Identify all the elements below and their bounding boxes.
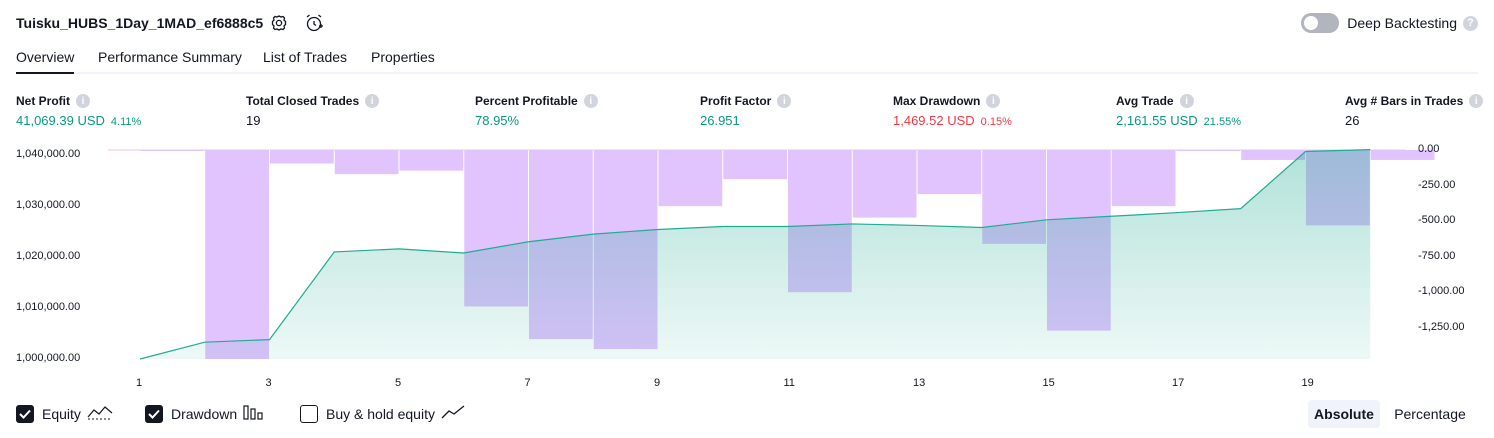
left-axis-tick-label: 1,020,000.00 xyxy=(16,250,81,263)
deep-backtesting-label: Deep Backtesting xyxy=(1347,15,1457,31)
drawdown-bar[interactable] xyxy=(140,150,205,151)
info-icon[interactable]: i xyxy=(365,94,380,108)
percentage-button[interactable]: Percentage xyxy=(1386,400,1474,428)
right-axis-tick-label: -750.00 xyxy=(1418,249,1456,262)
tab-properties[interactable]: Properties xyxy=(371,49,435,74)
legend-label: Drawdown xyxy=(171,406,238,422)
drawdown-bars-icon xyxy=(243,404,265,425)
x-axis-tick-label: 1 xyxy=(136,377,143,389)
x-axis-tick-label: 5 xyxy=(395,377,402,389)
alarm-clock-plus-icon[interactable] xyxy=(303,12,325,34)
equity-checkbox[interactable] xyxy=(16,405,34,423)
left-axis-tick-label: 1,010,000.00 xyxy=(16,301,81,314)
right-axis-tick-label: -1,250.00 xyxy=(1418,320,1465,333)
info-icon[interactable]: i xyxy=(1469,94,1484,108)
x-axis-tick-label: 17 xyxy=(1172,377,1185,389)
drawdown-bar[interactable] xyxy=(1241,150,1305,160)
metric-percent-profitable: Percent Profitable i 78.95% xyxy=(475,93,598,128)
drawdown-bar[interactable] xyxy=(334,150,399,175)
strategy-name: Tuisku_HUBS_1Day_1MAD_ef6888c5 xyxy=(16,15,264,31)
x-axis-tick-label: 9 xyxy=(654,377,661,389)
metric-net-profit: Net Profit i 41,069.39 USD 4.11% xyxy=(16,93,141,128)
metric-percent: 0.15% xyxy=(980,116,1012,128)
drawdown-bar[interactable] xyxy=(917,150,982,195)
buy-hold-checkbox[interactable] xyxy=(300,405,318,423)
info-icon[interactable]: i xyxy=(777,94,792,108)
metric-value: 78.95% xyxy=(475,113,520,128)
x-axis-tick-label: 11 xyxy=(783,377,795,389)
legend-drawdown[interactable]: Drawdown xyxy=(145,403,265,425)
metric-label: Max Drawdown xyxy=(893,94,981,108)
left-axis-tick-label: 1,000,000.00 xyxy=(16,352,81,364)
tab-performance-summary[interactable]: Performance Summary xyxy=(98,49,242,74)
metric-avg-trade: Avg Trade i 2,161.55 USD 21.55% xyxy=(1116,93,1241,128)
drawdown-bar[interactable] xyxy=(1111,150,1176,207)
legend-label: Buy & hold equity xyxy=(326,406,435,422)
tab-overview[interactable]: Overview xyxy=(16,49,75,74)
metric-avg-bars-in-trades: Avg # Bars in Trades i 26 xyxy=(1345,93,1484,128)
metric-value: 19 xyxy=(246,113,261,128)
metric-value: 2,161.55 USD xyxy=(1116,113,1198,128)
metric-percent: 4.11% xyxy=(110,116,142,128)
legend-label: Equity xyxy=(42,406,81,422)
metric-value: 41,069.39 USD xyxy=(16,113,105,128)
equity-line-icon xyxy=(87,404,113,425)
header: Tuisku_HUBS_1Day_1MAD_ef6888c5 Deep Back… xyxy=(0,0,1494,46)
info-icon[interactable]: i xyxy=(583,94,598,108)
drawdown-bar[interactable] xyxy=(270,150,334,164)
left-axis-tick-label: 1,040,000.00 xyxy=(16,148,81,161)
equity-series xyxy=(139,149,1371,360)
right-axis-tick-label: -1,000.00 xyxy=(1418,285,1465,298)
equity-drawdown-chart[interactable] xyxy=(0,140,1494,395)
x-axis-tick-label: 13 xyxy=(913,377,926,389)
help-icon[interactable]: ? xyxy=(1463,15,1478,31)
buy-hold-line-icon xyxy=(441,404,465,425)
tab-bar: Overview Performance Summary List of Tra… xyxy=(16,44,1478,74)
gear-icon[interactable] xyxy=(268,12,290,34)
x-axis-tick-label: 19 xyxy=(1301,377,1314,389)
metric-value: 1,469.52 USD xyxy=(893,113,975,128)
metric-percent: 21.55% xyxy=(1203,116,1241,128)
metric-label: Percent Profitable xyxy=(475,94,578,108)
absolute-button[interactable]: Absolute xyxy=(1308,400,1380,428)
drawdown-bar[interactable] xyxy=(1176,150,1241,151)
info-icon[interactable]: i xyxy=(76,94,90,108)
drawdown-bar[interactable] xyxy=(205,150,269,359)
x-axis-tick-label: 7 xyxy=(524,377,531,389)
metric-label: Avg # Bars in Trades xyxy=(1345,94,1464,108)
equity-area xyxy=(140,149,1371,359)
right-axis-tick-label: 0.00 xyxy=(1418,143,1440,155)
metric-profit-factor: Profit Factor i 26.951 xyxy=(700,93,792,128)
left-axis-tick-label: 1,030,000.00 xyxy=(16,199,81,212)
drawdown-bar[interactable] xyxy=(658,150,723,207)
metric-label: Total Closed Trades xyxy=(246,94,360,108)
deep-backtesting-toggle[interactable] xyxy=(1301,13,1340,33)
metric-value: 26.951 xyxy=(700,113,740,128)
drawdown-bar[interactable] xyxy=(723,150,787,180)
info-icon[interactable]: i xyxy=(986,94,1001,108)
legend-equity[interactable]: Equity xyxy=(16,403,113,425)
info-icon[interactable]: i xyxy=(1179,94,1194,108)
drawdown-checkbox[interactable] xyxy=(145,405,163,423)
drawdown-bar[interactable] xyxy=(852,150,917,218)
metric-label: Avg Trade xyxy=(1116,94,1174,108)
metric-label: Profit Factor xyxy=(700,94,772,108)
deep-backtesting-toggle-group: Deep Backtesting ? xyxy=(1301,12,1478,34)
metric-total-closed-trades: Total Closed Trades i 19 xyxy=(246,93,380,128)
x-axis-tick-label: 15 xyxy=(1042,377,1055,389)
right-axis-tick-label: -250.00 xyxy=(1418,178,1456,191)
legend-buy-hold-equity[interactable]: Buy & hold equity xyxy=(300,403,465,425)
drawdown-bar[interactable] xyxy=(399,150,464,171)
metric-max-drawdown: Max Drawdown i 1,469.52 USD 0.15% xyxy=(893,93,1012,128)
metric-label: Net Profit xyxy=(16,94,70,108)
tab-list-of-trades[interactable]: List of Trades xyxy=(263,49,347,74)
x-axis-tick-label: 3 xyxy=(265,377,272,389)
right-axis-tick-label: -500.00 xyxy=(1418,214,1456,227)
metric-value: 26 xyxy=(1345,113,1360,128)
